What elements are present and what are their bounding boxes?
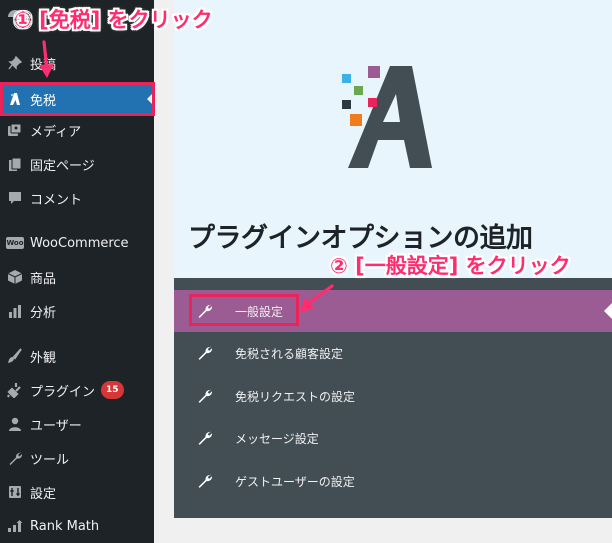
step2-callout: ② [一般設定] をクリック [330, 254, 571, 278]
step1-callout: ① [免税] をクリック [14, 8, 213, 32]
